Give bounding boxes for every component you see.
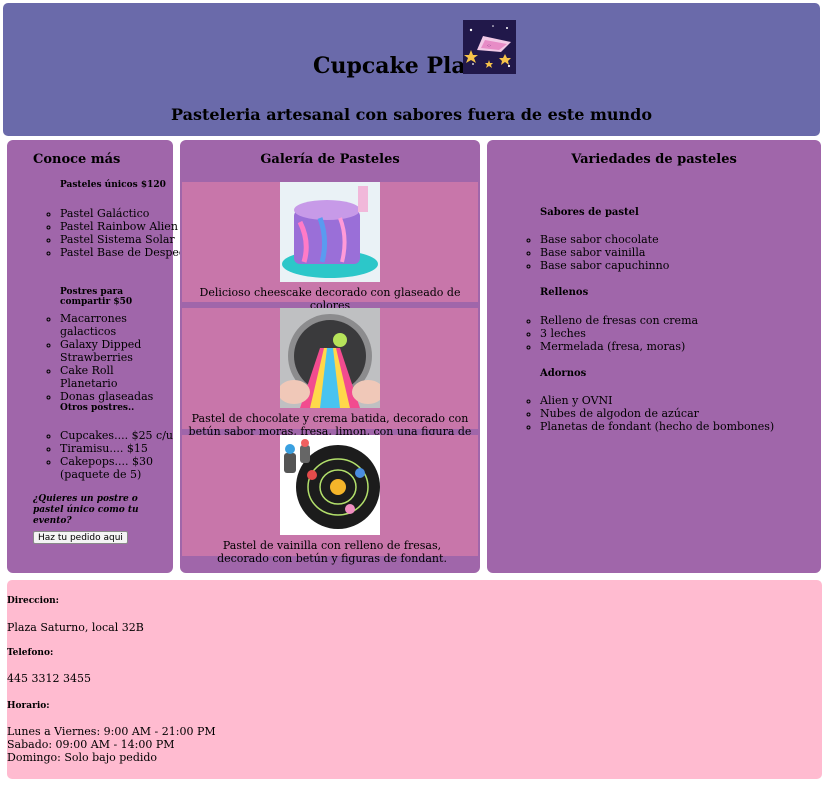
list-item: Pastel Rainbow Alien bbox=[60, 220, 200, 233]
hours-line: Domingo: Solo bajo pedido bbox=[7, 751, 158, 764]
list-item: Base sabor chocolate bbox=[540, 233, 828, 246]
varieties-panel: Variedades de pasteles Sabores de pastel… bbox=[487, 140, 821, 573]
list-item: Macarrones galacticos bbox=[60, 312, 172, 338]
flavors-list: Base sabor chocolate Base sabor vainilla… bbox=[514, 233, 828, 272]
address-value: Plaza Saturno, local 32B bbox=[7, 621, 144, 634]
list-item: Cupcakes.... $25 c/u bbox=[60, 429, 198, 442]
list-item: Alien y OVNI bbox=[540, 394, 828, 407]
section-title: Otros postres.. bbox=[60, 403, 135, 413]
list-item: Pastel Sistema Solar bbox=[60, 233, 200, 246]
decorations-list: Alien y OVNI Nubes de algodon de azúcar … bbox=[514, 394, 828, 433]
chocolate-cake-image bbox=[278, 308, 384, 408]
svg-text:·:·: ·:· bbox=[487, 43, 492, 49]
conoce-mas-panel: Conoce más Pasteles únicos $120 Pastel G… bbox=[7, 140, 200, 573]
list-item: 3 leches bbox=[540, 327, 828, 340]
gallery-item: Delicioso cheescake decorado con glasead… bbox=[182, 182, 478, 312]
list-item: Nubes de algodon de azúcar bbox=[540, 407, 828, 420]
unique-cakes-list: Pastel Galáctico Pastel Rainbow Alien Pa… bbox=[34, 207, 200, 259]
hours-line: Sabado: 09:00 AM - 14:00 PM bbox=[7, 738, 175, 751]
section-title: Postres para compartir $50 bbox=[60, 287, 133, 307]
list-item: Tiramisu.... $15 bbox=[60, 442, 198, 455]
gallery-caption: Pastel de vainilla con relleno de fresas… bbox=[217, 539, 447, 565]
site-footer: Direccion: Plaza Saturno, local 32B Tele… bbox=[7, 580, 822, 779]
share-desserts-list: Macarrones galacticos Galaxy Dipped Stra… bbox=[34, 312, 172, 403]
list-item: Planetas de fondant (hecho de bombones) bbox=[540, 420, 828, 433]
cupcake-planet-logo: ·:· bbox=[463, 20, 516, 74]
section-title: Pasteles únicos $120 bbox=[60, 180, 166, 190]
section-title: Sabores de pastel bbox=[540, 207, 639, 218]
site-subtitle: Pasteleria artesanal con sabores fuera d… bbox=[170, 105, 653, 124]
site-header: Cupcake Planet ·:· Pasteleria artesanal … bbox=[3, 3, 820, 136]
vanilla-cake-image bbox=[280, 435, 380, 535]
list-item: Mermelada (fresa, moras) bbox=[540, 340, 828, 353]
list-item: Base sabor capuchinno bbox=[540, 259, 828, 272]
list-item: Relleno de fresas con crema bbox=[540, 314, 828, 327]
other-desserts-list: Cupcakes.... $25 c/u Tiramisu.... $15 Ca… bbox=[34, 429, 198, 481]
gallery-heading: Galería de Pasteles bbox=[260, 152, 400, 167]
hours-label: Horario: bbox=[7, 701, 50, 711]
order-question: ¿Quieres un postre o pastel único como t… bbox=[33, 494, 139, 526]
list-item: Cake Roll Planetario bbox=[60, 364, 172, 390]
cheesecake-image bbox=[280, 182, 380, 282]
fillings-list: Relleno de fresas con crema 3 leches Mer… bbox=[514, 314, 828, 353]
list-item: Donas glaseadas bbox=[60, 390, 172, 403]
order-button[interactable]: Haz tu pedido aqui bbox=[33, 531, 128, 544]
gallery-panel: Galería de Pasteles Delicioso cheescake … bbox=[180, 140, 480, 573]
section-title: Adornos bbox=[540, 368, 587, 379]
list-item: Pastel Base de Despegue bbox=[60, 246, 200, 259]
varieties-heading: Variedades de pasteles bbox=[571, 152, 737, 167]
phone-label: Telefono: bbox=[7, 648, 54, 658]
section-title: Rellenos bbox=[540, 287, 589, 298]
address-label: Direccion: bbox=[7, 596, 59, 606]
list-item: Base sabor vainilla bbox=[540, 246, 828, 259]
phone-value: 445 3312 3455 bbox=[7, 672, 91, 685]
list-item: Pastel Galáctico bbox=[60, 207, 200, 220]
gallery-item: Pastel de chocolate y crema batida, deco… bbox=[182, 308, 478, 451]
list-item: Galaxy Dipped Strawberries bbox=[60, 338, 172, 364]
gallery-item: Pastel de vainilla con relleno de fresas… bbox=[182, 435, 478, 565]
conoce-mas-heading: Conoce más bbox=[33, 152, 121, 167]
hours-line: Lunes a Viernes: 9:00 AM - 21:00 PM bbox=[7, 725, 216, 738]
list-item: Cakepops.... $30 (paquete de 5) bbox=[60, 455, 198, 481]
